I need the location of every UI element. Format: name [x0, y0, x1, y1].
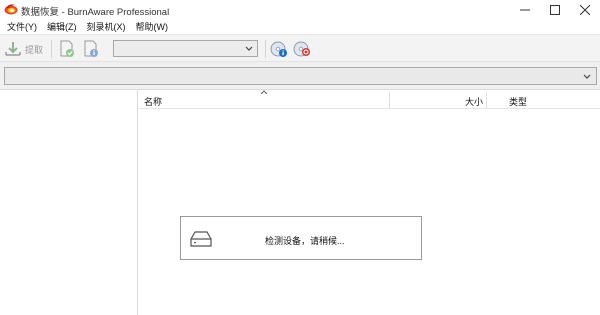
maximize-icon	[550, 4, 560, 15]
file-list-header: 名称 大小 类型	[139, 90, 600, 109]
drive-icon	[190, 231, 212, 247]
column-header-size[interactable]: 大小	[465, 95, 483, 108]
status-message: 检测设备，请稍候...	[265, 236, 345, 246]
menu-bar: 文件(Y) 编辑(Z) 刻录机(X) 帮助(W)	[0, 19, 600, 34]
folder-tree-pane[interactable]	[0, 90, 138, 315]
extract-button[interactable]: 提取	[4, 38, 43, 60]
minimize-button[interactable]	[510, 0, 540, 19]
extract-icon	[5, 42, 21, 56]
menu-recorder[interactable]: 刻录机(X)	[83, 20, 130, 33]
close-icon	[580, 4, 590, 15]
column-divider[interactable]	[389, 92, 390, 108]
device-select[interactable]	[113, 40, 258, 57]
path-select[interactable]	[4, 67, 597, 85]
window-title: 数据恢复 - BurnAware Professional	[21, 7, 170, 18]
verify-file-icon	[60, 40, 74, 57]
file-properties-button[interactable]	[82, 38, 100, 60]
disc-eject-button[interactable]	[293, 38, 311, 60]
file-properties-icon	[84, 40, 98, 57]
menu-file[interactable]: 文件(Y)	[3, 20, 41, 33]
detecting-devices-dialog: 检测设备，请稍候...	[180, 216, 422, 260]
chevron-down-icon	[583, 74, 591, 79]
column-header-name[interactable]: 名称	[144, 95, 162, 108]
close-button[interactable]	[570, 0, 600, 19]
menu-edit[interactable]: 编辑(Z)	[43, 20, 81, 33]
column-header-type[interactable]: 类型	[509, 95, 527, 108]
maximize-button[interactable]	[540, 0, 570, 19]
verify-file-button[interactable]	[58, 38, 76, 60]
toolbar: 提取	[0, 34, 600, 62]
column-divider[interactable]	[486, 92, 487, 108]
file-list-pane[interactable]: 名称 大小 类型	[139, 90, 600, 315]
toolbar-separator	[265, 40, 266, 58]
disc-info-button[interactable]	[270, 38, 288, 60]
chevron-down-icon	[245, 46, 253, 51]
disc-eject-icon	[293, 41, 310, 57]
title-bar: 数据恢复 - BurnAware Professional	[0, 0, 600, 19]
minimize-icon	[520, 9, 530, 10]
path-bar	[0, 62, 600, 90]
disc-info-icon	[270, 41, 287, 57]
sort-ascending-icon	[260, 90, 268, 95]
burnaware-flame-icon	[4, 4, 18, 15]
extract-label: 提取	[25, 44, 44, 55]
toolbar-separator	[51, 40, 52, 58]
menu-help[interactable]: 帮助(W)	[132, 20, 173, 33]
